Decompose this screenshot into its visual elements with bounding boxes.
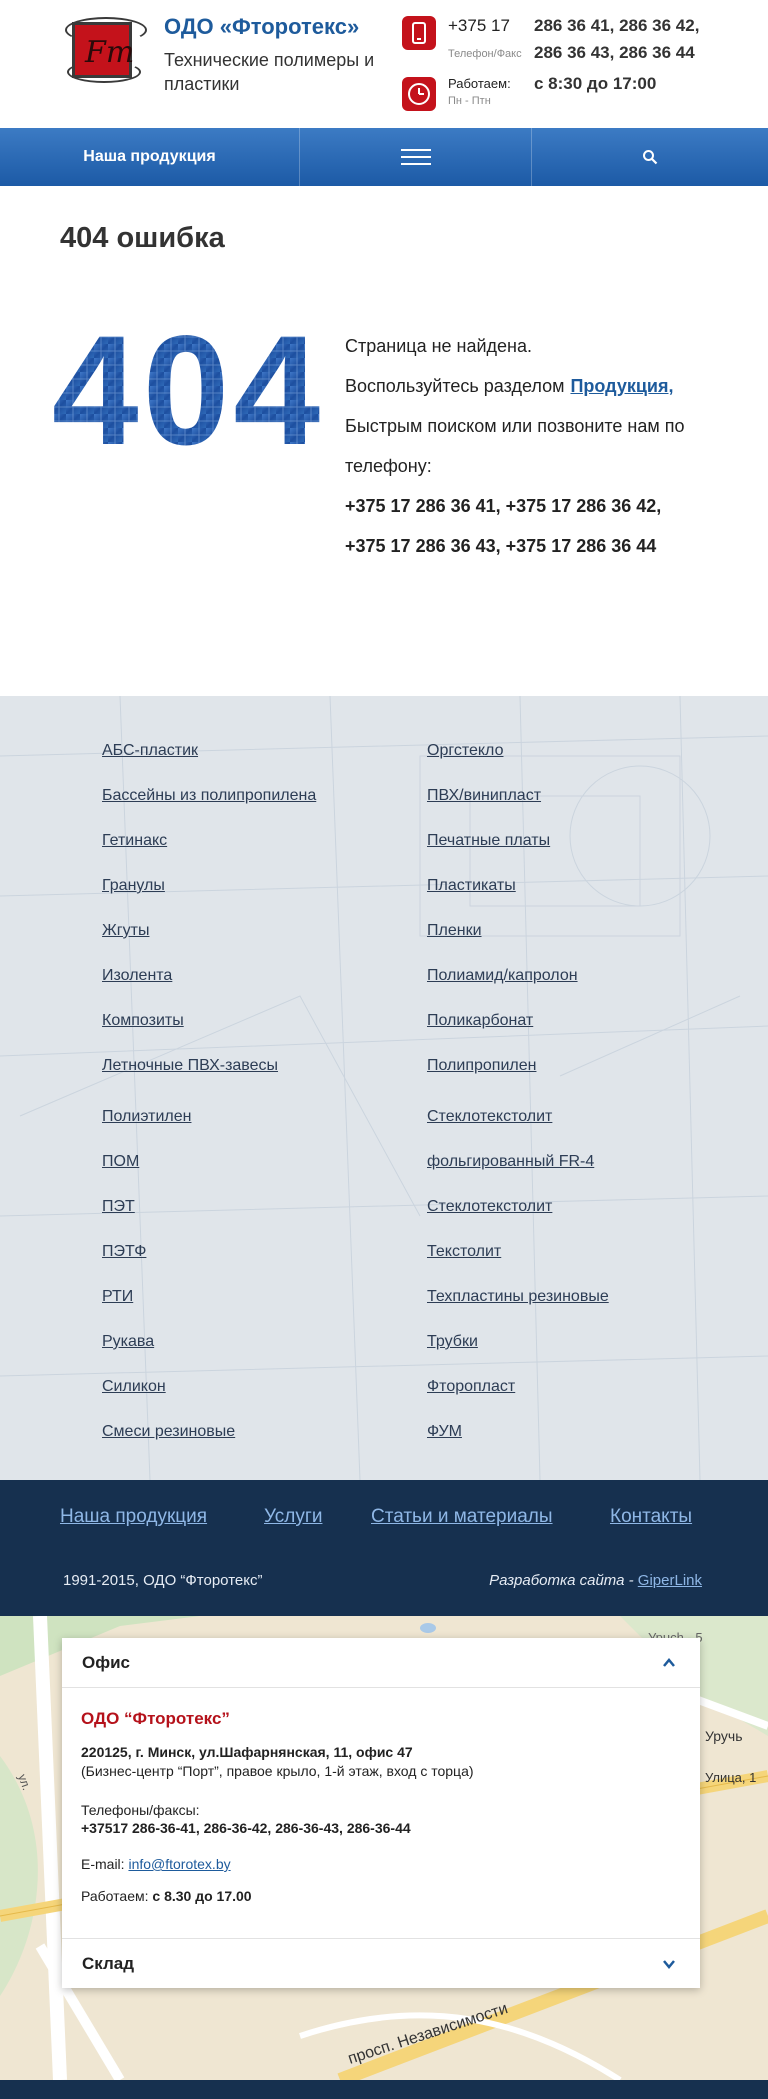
bottom-bar	[0, 2080, 768, 2099]
catalog-link-left[interactable]: Гранулы	[102, 877, 165, 895]
catalog-link-left[interactable]: Рукава	[102, 1333, 154, 1351]
map[interactable]: просп. Независимости ул. Уручь Улица, 1 …	[0, 1616, 768, 2080]
footer-link-services[interactable]: Услуги	[264, 1506, 322, 1528]
logo-emblem: Fт	[65, 17, 147, 83]
chevron-down-icon[interactable]	[662, 1957, 676, 1971]
map-label-place1: Уручь	[705, 1728, 742, 1744]
copyright: 1991-2015, ОДО “Фторотекс”	[63, 1572, 263, 1589]
office-phones-label: Телефоны/факсы:	[81, 1802, 200, 1818]
error-message: Страница не найдена. Воспользуйтесь разд…	[345, 326, 725, 566]
developer-credit: Разработка сайта - GiperLink	[489, 1572, 702, 1589]
products-link[interactable]: Продукция,	[570, 376, 673, 396]
not-found-text: Страница не найдена.	[345, 336, 533, 356]
logo-letters: Fт	[85, 35, 135, 70]
menu-button[interactable]	[300, 128, 532, 186]
brand-title[interactable]: ОДО «Фторотекс»	[164, 14, 359, 40]
work-label: Работаем:	[448, 76, 511, 91]
catalog-link-right[interactable]: Стеклотекстолит	[427, 1198, 552, 1216]
use-section-line: Воспользуйтесь разделом Продукция,	[345, 366, 725, 406]
catalog-link-right[interactable]: Стеклотекстолит	[427, 1108, 552, 1126]
catalog-link-left[interactable]: РТИ	[102, 1288, 133, 1306]
office-title: Офис	[82, 1653, 131, 1672]
catalog-link-right[interactable]: Полиамид/капролон	[427, 967, 578, 985]
catalog-link-left[interactable]: ПОМ	[102, 1153, 139, 1171]
catalog-link-right[interactable]: Текстолит	[427, 1243, 501, 1261]
brand-subtitle: Технические полимеры и пластики	[164, 50, 375, 94]
catalog-link-right[interactable]: ПВХ/винипласт	[427, 787, 541, 805]
catalog-link-left[interactable]: ПЭТФ	[102, 1243, 146, 1261]
error-code-graphic: 404	[52, 316, 324, 456]
office-email-label: E-mail:	[81, 1856, 125, 1872]
catalog-link-left[interactable]: АБС-пластик	[102, 742, 198, 760]
error-phones-line1[interactable]: +375 17 286 36 41, +375 17 286 36 42,	[345, 486, 725, 526]
page-title: 404 ошибка	[60, 222, 225, 254]
office-phones[interactable]: +37517 286-36-41, 286-36-42, 286-36-43, …	[81, 1820, 411, 1836]
catalog-link-right[interactable]: Оргстекло	[427, 742, 503, 760]
chevron-up-icon[interactable]	[662, 1656, 676, 1670]
search-button[interactable]	[532, 128, 768, 186]
work-days: Пн - Птн	[448, 95, 491, 107]
catalog-section: АБС-пластик Бассейны из полипропилена Гети…	[0, 696, 768, 1480]
office-email-line: E-mail: info@ftorotex.by	[81, 1856, 231, 1872]
catalog-link-right[interactable]: Поликарбонат	[427, 1012, 533, 1030]
search-icon	[643, 150, 658, 165]
phone-numbers-line2: 286 36 43, 286 36 44	[534, 43, 695, 62]
catalog-link-right[interactable]: Полипропилен	[427, 1057, 536, 1075]
error-phones-line2[interactable]: +375 17 286 36 43, +375 17 286 36 44	[345, 526, 725, 566]
phone-numbers-line1: 286 36 41, 286 36 42,	[534, 16, 700, 35]
warehouse-tab-header[interactable]: Склад	[62, 1938, 700, 1988]
office-hours-line: Работаем: с 8.30 до 17.00	[81, 1888, 252, 1904]
catalog-link-right[interactable]: Фторопласт	[427, 1378, 515, 1396]
office-hours-label: Работаем:	[81, 1888, 149, 1904]
footer-link-products[interactable]: Наша продукция	[60, 1506, 207, 1528]
catalog-link-left[interactable]: Смеси резиновые	[102, 1423, 235, 1441]
phone-prefix[interactable]: +375 17	[448, 16, 510, 36]
catalog-link-left[interactable]: Гетинакс	[102, 832, 167, 850]
clock-icon	[402, 77, 436, 111]
nav-products[interactable]: Наша продукция	[0, 128, 300, 186]
logo[interactable]: Fт	[60, 17, 150, 83]
use-section-text: Воспользуйтесь разделом	[345, 376, 565, 396]
site-footer: Наша продукция Услуги Статьи и материалы…	[0, 1480, 768, 1616]
catalog-link-right[interactable]: Пластикаты	[427, 877, 516, 895]
hamburger-menu-icon	[400, 149, 431, 165]
office-address-note: (Бизнес-центр “Порт”, правое крыло, 1-й …	[81, 1763, 474, 1779]
catalog-link-left[interactable]: Композиты	[102, 1012, 184, 1030]
footer-link-contacts[interactable]: Контакты	[610, 1506, 692, 1528]
catalog-link-left[interactable]: Силикон	[102, 1378, 166, 1396]
phone-numbers[interactable]: 286 36 41, 286 36 42, 286 36 43, 286 36 …	[534, 12, 699, 66]
company-name: ОДО “Фторотекс”	[81, 1709, 230, 1728]
catalog-link-right[interactable]: Техпластины резиновые	[427, 1288, 609, 1306]
office-hours: с 8.30 до 17.00	[152, 1888, 252, 1904]
catalog-link-right[interactable]: Пленки	[427, 922, 482, 940]
catalog-link-left[interactable]: Изолента	[102, 967, 172, 985]
catalog-link-left[interactable]: ПЭТ	[102, 1198, 135, 1216]
catalog-link-right[interactable]: Трубки	[427, 1333, 478, 1351]
catalog-link-left[interactable]: Полиэтилен	[102, 1108, 191, 1126]
catalog-link-right[interactable]: фольгированный FR-4	[427, 1153, 594, 1171]
site-header: Fт ОДО «Фторотекс» Технические полимеры …	[0, 0, 768, 128]
office-address: 220125, г. Минск, ул.Шафарнянская, 11, о…	[81, 1744, 413, 1760]
contacts-panel: Офис ОДО “Фторотекс” 220125, г. Минск, у…	[62, 1638, 700, 1988]
warehouse-title: Склад	[82, 1954, 135, 1973]
catalog-link-left[interactable]: Жгуты	[102, 922, 149, 940]
map-label-place2: Улица, 1	[705, 1770, 756, 1785]
phone-label: Телефон/Факс	[448, 48, 522, 60]
office-tab-header[interactable]: Офис	[62, 1638, 700, 1688]
catalog-link-left[interactable]: Летночные ПВХ-завесы	[102, 1057, 278, 1075]
catalog-link-right[interactable]: ФУМ	[427, 1423, 462, 1441]
main-nav: Наша продукция	[0, 128, 768, 186]
developer-link[interactable]: GiperLink	[638, 1572, 702, 1589]
error-code-text: 404	[52, 316, 324, 456]
phone-icon	[402, 16, 436, 50]
search-or-call-text: Быстрым поиском или позвоните нам по тел…	[345, 416, 685, 476]
blueprint-background	[0, 696, 768, 1480]
footer-link-articles[interactable]: Статьи и материалы	[371, 1506, 553, 1528]
developer-prefix: Разработка сайта -	[489, 1572, 638, 1589]
catalog-link-right[interactable]: Печатные платы	[427, 832, 550, 850]
office-email-link[interactable]: info@ftorotex.by	[128, 1856, 230, 1872]
work-hours: с 8:30 до 17:00	[534, 74, 657, 93]
catalog-link-left[interactable]: Бассейны из полипропилена	[102, 787, 316, 805]
